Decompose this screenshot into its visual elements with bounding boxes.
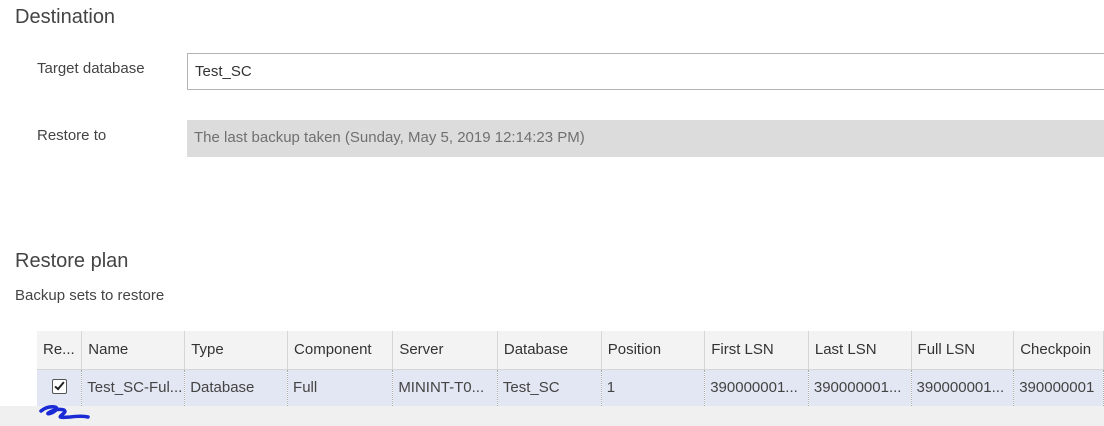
cell-position: 1 [601, 369, 706, 406]
cell-type: Database [184, 369, 289, 406]
cell-checkpoint-lsn: 390000001 [1013, 369, 1104, 406]
cell-component: Full [287, 369, 394, 406]
cell-server: MININT-T0... [392, 369, 498, 406]
restore-checkbox-cell[interactable] [37, 369, 83, 406]
target-database-input[interactable] [187, 53, 1104, 90]
column-header-type[interactable]: Type [184, 331, 289, 370]
column-header-checkpoint-lsn[interactable]: Checkpoin [1013, 331, 1104, 370]
destination-section-title: Destination [15, 6, 116, 28]
column-header-component[interactable]: Component [287, 331, 394, 370]
cell-first-lsn: 390000001... [704, 369, 809, 406]
target-database-label: Target database [37, 60, 145, 77]
pen-scribble-mark [39, 405, 90, 420]
restore-database-page: Destination Target database Restore to T… [0, 0, 1104, 426]
table-header-row: Re... Name Type Component Server Databas… [37, 331, 1104, 370]
cell-database: Test_SC [497, 369, 602, 406]
column-header-last-lsn[interactable]: Last LSN [808, 331, 912, 370]
column-header-restore[interactable]: Re... [37, 331, 83, 370]
cell-name: Test_SC-Ful... [81, 369, 186, 406]
checkbox-checked-icon[interactable] [51, 379, 67, 395]
table-row[interactable]: Test_SC-Ful... Database Full MININT-T0..… [37, 369, 1104, 406]
grid-empty-area [0, 406, 1104, 426]
cell-full-lsn: 390000001... [911, 369, 1015, 406]
backup-sets-subtitle: Backup sets to restore [15, 287, 165, 304]
column-header-full-lsn[interactable]: Full LSN [911, 331, 1015, 370]
cell-last-lsn: 390000001... [808, 369, 912, 406]
column-header-server[interactable]: Server [392, 331, 498, 370]
restore-to-field: The last backup taken (Sunday, May 5, 20… [187, 120, 1104, 157]
column-header-database[interactable]: Database [497, 331, 602, 370]
column-header-name[interactable]: Name [81, 331, 186, 370]
column-header-first-lsn[interactable]: First LSN [704, 331, 809, 370]
restore-to-label: Restore to [37, 127, 107, 144]
column-header-position[interactable]: Position [601, 331, 706, 370]
restore-plan-section-title: Restore plan [15, 250, 129, 272]
backup-sets-table: Re... Name Type Component Server Databas… [37, 331, 1104, 406]
